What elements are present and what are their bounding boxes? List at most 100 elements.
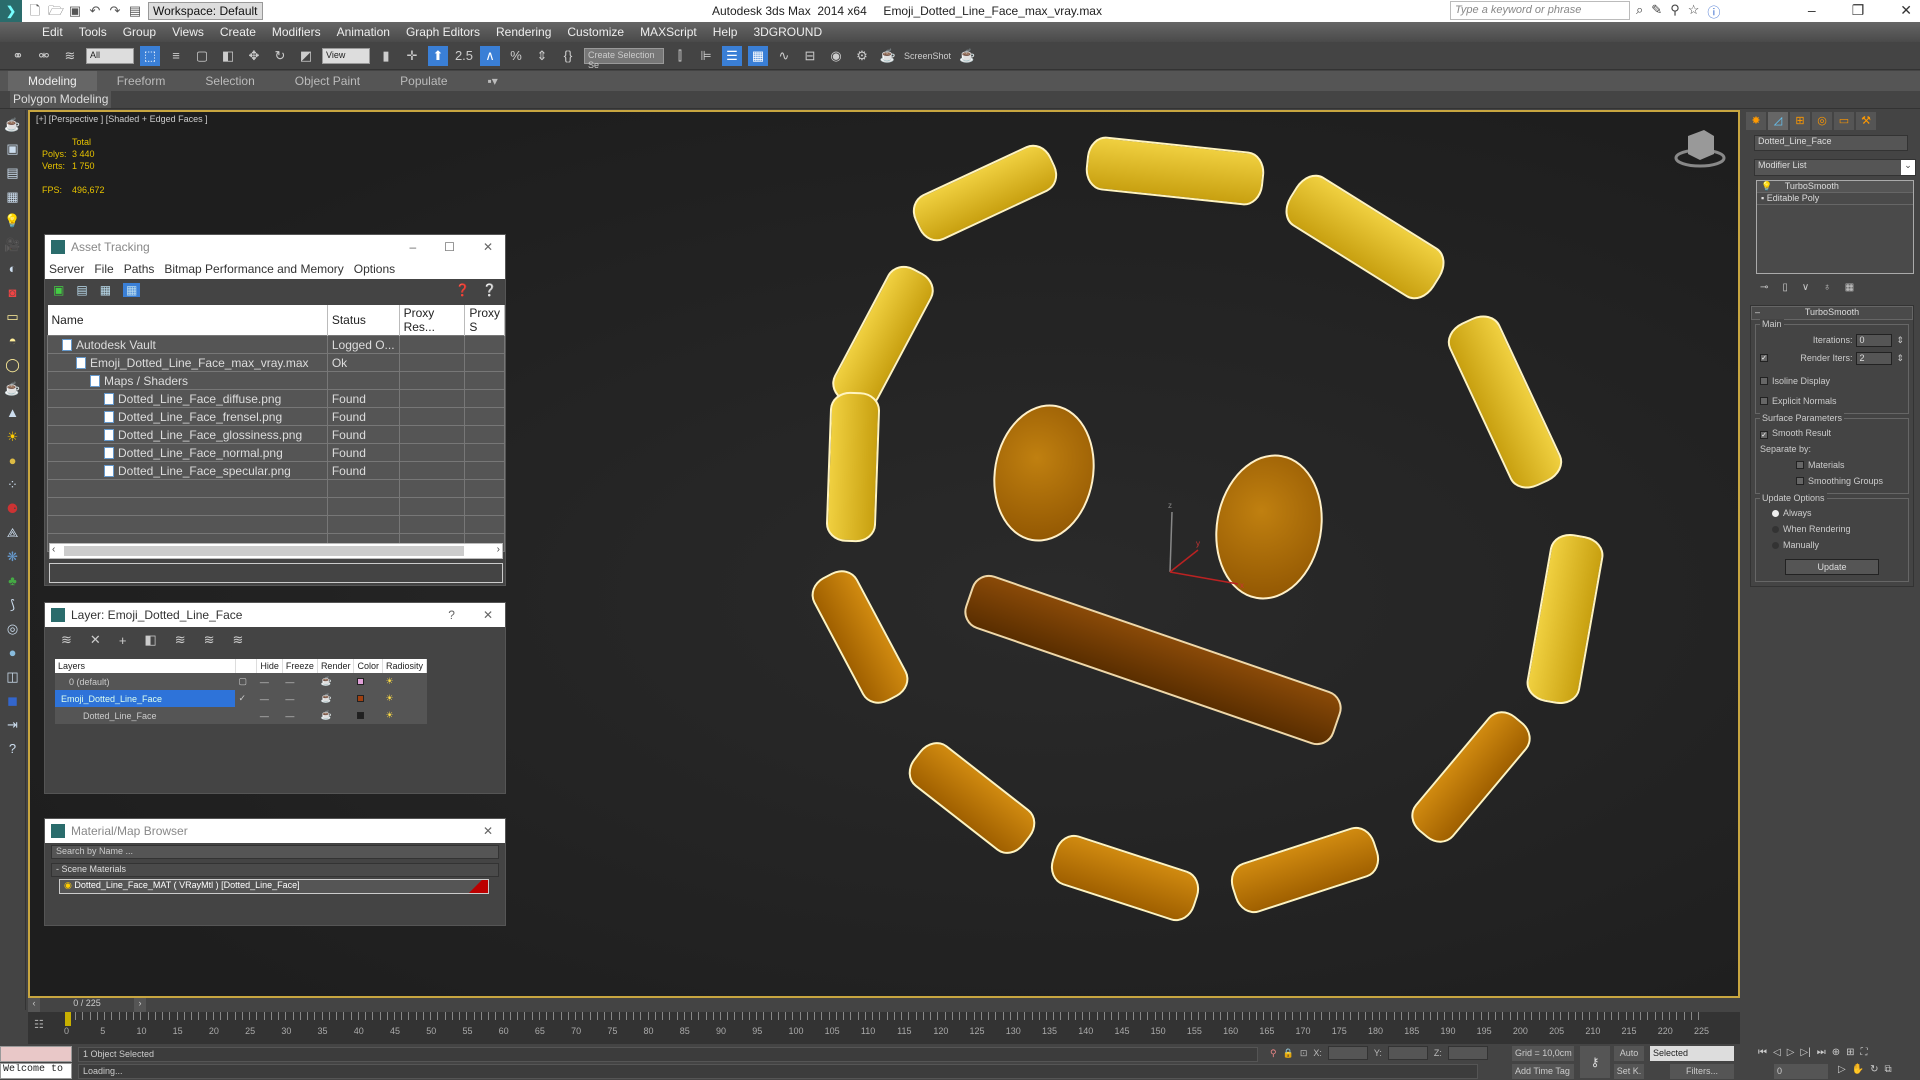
dot-segment[interactable] [1441, 308, 1569, 496]
ies-light-icon[interactable]: ● [4, 452, 22, 470]
maxscript-listener-input[interactable]: Welcome to [0, 1063, 72, 1079]
teapot-light-icon[interactable]: ☕ [4, 380, 22, 398]
layer-row[interactable]: Dotted_Line_Face — — ☕ ☀ [55, 707, 427, 724]
menu-rendering[interactable]: Rendering [496, 25, 551, 39]
modify-tab-icon[interactable]: ◿ [1768, 112, 1788, 130]
orbit-icon[interactable]: ↻ [1870, 1064, 1878, 1075]
lightbulb-icon[interactable]: 💡 [1761, 181, 1772, 191]
unlink-icon[interactable]: ⚮ [34, 46, 54, 66]
collapse-icon[interactable]: – [1755, 307, 1760, 317]
column-header-layers[interactable]: Layers [55, 659, 236, 673]
scrollbar-thumb[interactable] [64, 546, 464, 556]
bind-space-warp-icon[interactable]: ≋ [60, 46, 80, 66]
vfb-icon[interactable]: ◼ [4, 692, 22, 710]
menu-animation[interactable]: Animation [337, 25, 390, 39]
show-end-result-icon[interactable]: ▯ [1782, 282, 1788, 293]
prev-frame-icon[interactable]: ‹ [28, 998, 40, 1012]
keyboard-shortcut-override-icon[interactable]: ⬆ [428, 45, 448, 66]
play-icon[interactable]: ▷ [1787, 1047, 1795, 1058]
help-icon[interactable]: ⓘ [1707, 2, 1720, 21]
add-to-layer-icon[interactable]: + [119, 633, 127, 648]
auto-key-button[interactable]: Auto [1614, 1046, 1644, 1061]
search-input[interactable]: Type a keyword or phrase [1450, 1, 1630, 20]
dot-segment[interactable] [906, 138, 1064, 248]
menu-bitmap-performance[interactable]: Bitmap Performance and Memory [164, 262, 343, 276]
fur-icon[interactable]: ❋ [4, 548, 22, 566]
menu-customize[interactable]: Customize [567, 25, 624, 39]
mesh-icon[interactable]: ⟁ [4, 524, 22, 542]
menu-3dground[interactable]: 3DGROUND [753, 25, 822, 39]
prev-key-icon[interactable]: ◁ [1773, 1047, 1781, 1058]
project-folder-icon[interactable]: ▤ [128, 3, 142, 19]
dot-segment[interactable] [1225, 822, 1385, 918]
export-icon[interactable]: ⇥ [4, 716, 22, 734]
materials-checkbox[interactable] [1796, 461, 1804, 469]
help-disabled-icon[interactable]: ❔ [482, 283, 505, 297]
layer-color-swatch[interactable] [353, 690, 383, 707]
undo-icon[interactable]: ↶ [88, 3, 102, 19]
asset-row[interactable]: Dotted_Line_Face_glossiness.png Found [47, 425, 505, 444]
layer-name-cell[interactable]: Emoji_Dotted_Line_Face [55, 690, 236, 707]
when-rendering-radio[interactable] [1772, 526, 1779, 533]
chevron-down-icon[interactable]: ⌄ [1901, 160, 1915, 175]
scene-explorer-icon[interactable]: ▤ [4, 164, 22, 182]
rotate-icon[interactable]: ↻ [270, 46, 290, 66]
tab-modeling[interactable]: Modeling [8, 71, 97, 91]
help-icon[interactable]: ❓ [455, 283, 470, 297]
tab-populate[interactable]: Populate [380, 71, 467, 91]
teapot-icon[interactable]: ☕ [4, 116, 22, 134]
create-tab-icon[interactable]: ✸ [1746, 112, 1766, 130]
column-header-hide[interactable]: Hide [256, 659, 283, 673]
layer-row[interactable]: Emoji_Dotted_Line_Face ✓ — — ☕ ☀ [55, 690, 427, 707]
current-layer-toggle[interactable]: ✓ [235, 690, 257, 707]
tab-object-paint[interactable]: Object Paint [275, 71, 380, 91]
minimize-button[interactable]: – [409, 240, 416, 254]
menu-help[interactable]: Help [713, 25, 738, 39]
freeze-toggle[interactable]: — [282, 673, 318, 690]
menu-options[interactable]: Options [354, 262, 395, 276]
hair-icon[interactable]: ⟆ [4, 596, 22, 614]
next-frame-icon[interactable]: › [134, 998, 146, 1012]
layer-name-cell[interactable]: 0 (default) [55, 673, 236, 690]
snap-toggle-icon[interactable]: 2.5 [454, 46, 474, 66]
modifier-list-dropdown[interactable]: Modifier List ⌄ [1754, 159, 1916, 176]
new-file-icon[interactable]: 🗋 [28, 3, 42, 19]
iterations-spinner[interactable]: ⇕ [1896, 335, 1904, 346]
minimize-button[interactable]: – [1808, 2, 1816, 19]
hide-toggle[interactable]: — [256, 690, 283, 707]
freeze-toggle[interactable]: — [282, 690, 318, 707]
color-swatch[interactable] [356, 677, 364, 685]
graphite-tools-icon[interactable]: ▦ [748, 45, 768, 66]
help-button[interactable]: ? [448, 608, 455, 622]
asset-name-cell[interactable]: Dotted_Line_Face_specular.png [47, 461, 328, 480]
mouth[interactable] [959, 570, 1347, 750]
help-circle-icon[interactable]: ? [4, 740, 22, 758]
align-icon[interactable]: ⊫ [696, 46, 716, 66]
tab-selection[interactable]: Selection [185, 71, 274, 91]
create-layer-icon[interactable]: ≋ [61, 632, 72, 648]
plane-light-icon[interactable]: ▭ [4, 308, 22, 326]
dot-segment[interactable] [1083, 134, 1267, 208]
reference-coord-dropdown[interactable]: View [322, 47, 370, 64]
highlight-layer-icon[interactable]: ≋ [175, 632, 186, 648]
list-view-icon[interactable]: ▤ [76, 283, 87, 297]
column-header-proxy-s[interactable]: Proxy S [464, 305, 505, 336]
sphere-light-icon[interactable]: ◯ [4, 356, 22, 374]
column-header-freeze[interactable]: Freeze [282, 659, 318, 673]
key-filters-button[interactable]: Filters... [1670, 1064, 1734, 1079]
asset-name-cell[interactable]: Dotted_Line_Face_glossiness.png [47, 425, 328, 444]
redo-icon[interactable]: ↷ [108, 3, 122, 19]
menu-create[interactable]: Create [220, 25, 256, 39]
isoline-display-checkbox[interactable] [1760, 377, 1768, 385]
iterations-field[interactable]: 0 [1856, 333, 1893, 347]
menu-modifiers[interactable]: Modifiers [272, 25, 321, 39]
remove-modifier-icon[interactable]: ♁ [1823, 282, 1831, 293]
left-eye[interactable] [982, 396, 1106, 550]
curve-editor-icon[interactable]: ∿ [774, 46, 794, 66]
dot-segment[interactable] [825, 391, 881, 543]
grass-icon[interactable]: ♣ [4, 572, 22, 590]
stack-item-editable-poly[interactable]: ▪ Editable Poly [1757, 193, 1913, 205]
workspace-dropdown[interactable]: Workspace: Default [148, 2, 263, 20]
menu-file[interactable]: File [94, 262, 113, 276]
layer-row[interactable]: 0 (default) ▢ — — ☕ ☀ [55, 673, 427, 690]
